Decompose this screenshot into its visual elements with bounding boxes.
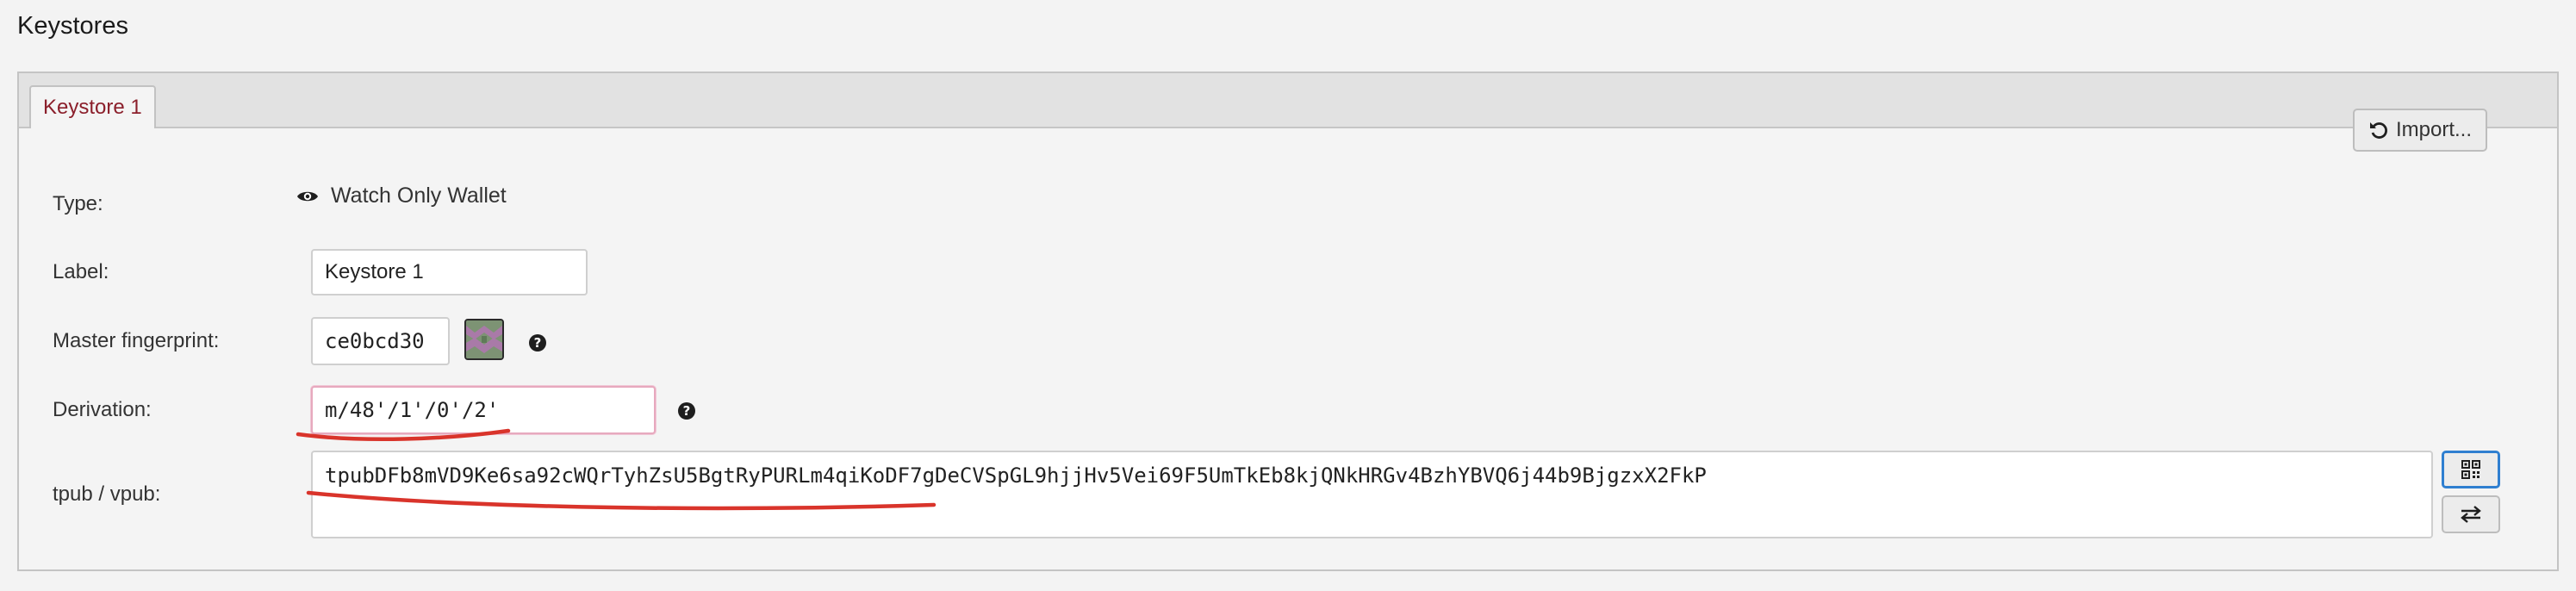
tab-keystore-1[interactable]: Keystore 1	[29, 85, 156, 128]
undo-icon	[2369, 122, 2387, 139]
derivation-label: Derivation:	[53, 398, 152, 421]
fingerprint-label: Master fingerprint:	[53, 329, 220, 352]
qr-code-button[interactable]	[2442, 451, 2500, 488]
identicon-icon	[466, 320, 502, 358]
type-value-text: Watch Only Wallet	[331, 184, 507, 208]
label-label: Label:	[53, 260, 109, 283]
qr-code-icon	[2461, 460, 2480, 479]
swap-button[interactable]	[2442, 495, 2500, 533]
derivation-help-icon[interactable]: ?	[678, 402, 695, 420]
label-input[interactable]: Keystore 1	[311, 249, 588, 296]
tab-bar: Keystore 1	[19, 73, 2557, 128]
import-button-label: Import...	[2395, 118, 2473, 141]
import-button[interactable]: Import...	[2353, 109, 2487, 152]
section-title: Keystores	[17, 12, 128, 40]
fingerprint-input[interactable]: ce0bcd30	[311, 317, 450, 365]
fingerprint-identicon	[464, 319, 504, 360]
type-label: Type:	[53, 192, 103, 215]
xpub-label: tpub / vpub:	[53, 482, 161, 506]
swap-arrows-icon	[2461, 506, 2481, 523]
derivation-input[interactable]: m/48'/1'/0'/2'	[311, 386, 656, 434]
fingerprint-help-icon[interactable]: ?	[529, 334, 546, 351]
eye-icon	[297, 191, 318, 201]
xpub-textarea[interactable]: tpubDFb8mVD9Ke6sa92cWQrTyhZsU5BgtRyPURLm…	[311, 451, 2433, 538]
type-value: Watch Only Wallet	[296, 184, 507, 208]
